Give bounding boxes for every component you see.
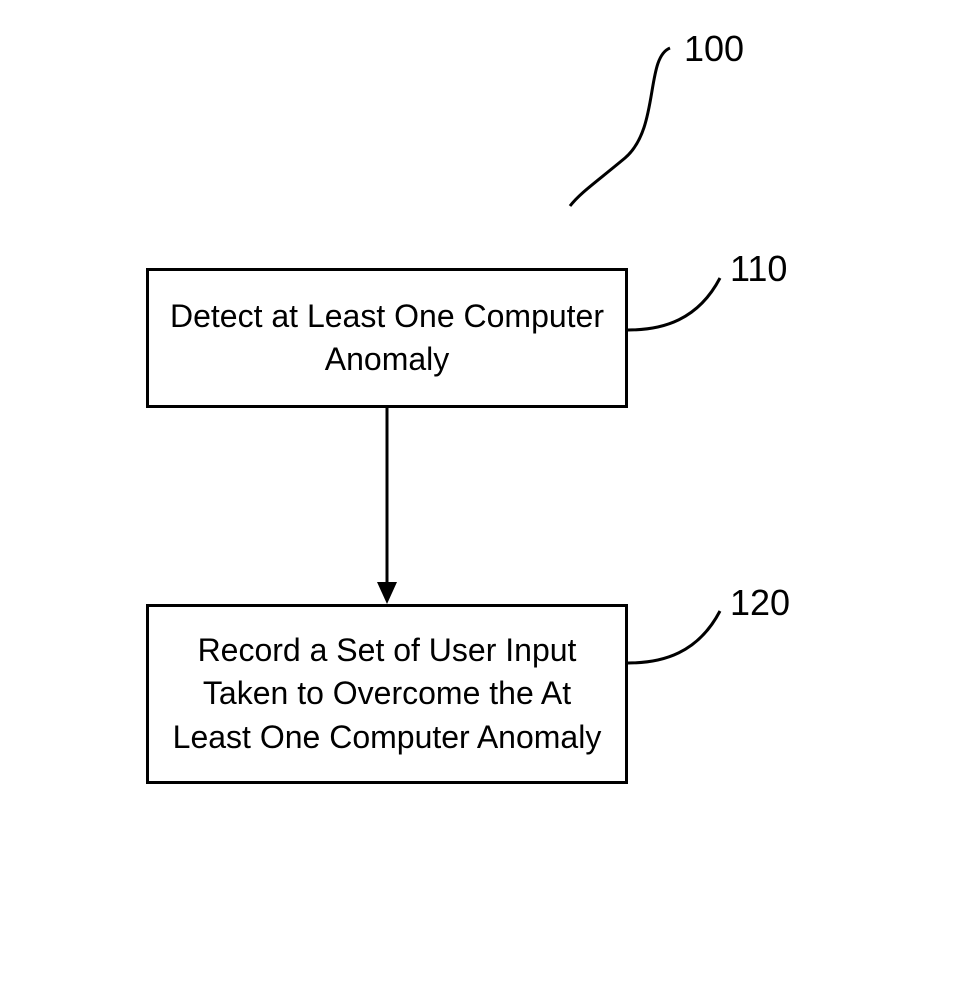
flowchart-step-detect-anomaly: Detect at Least One Computer Anomaly: [146, 268, 628, 408]
leader-curve-100: [560, 38, 700, 208]
step-label-110: 110: [730, 248, 787, 290]
flow-arrow-110-to-120: [375, 408, 399, 604]
figure-label-100: 100: [684, 28, 744, 70]
flowchart-container: 100 Detect at Least One Computer Anomaly…: [0, 0, 965, 1000]
flowchart-step-record-user-input: Record a Set of User Input Taken to Over…: [146, 604, 628, 784]
step-label-120: 120: [730, 582, 790, 624]
